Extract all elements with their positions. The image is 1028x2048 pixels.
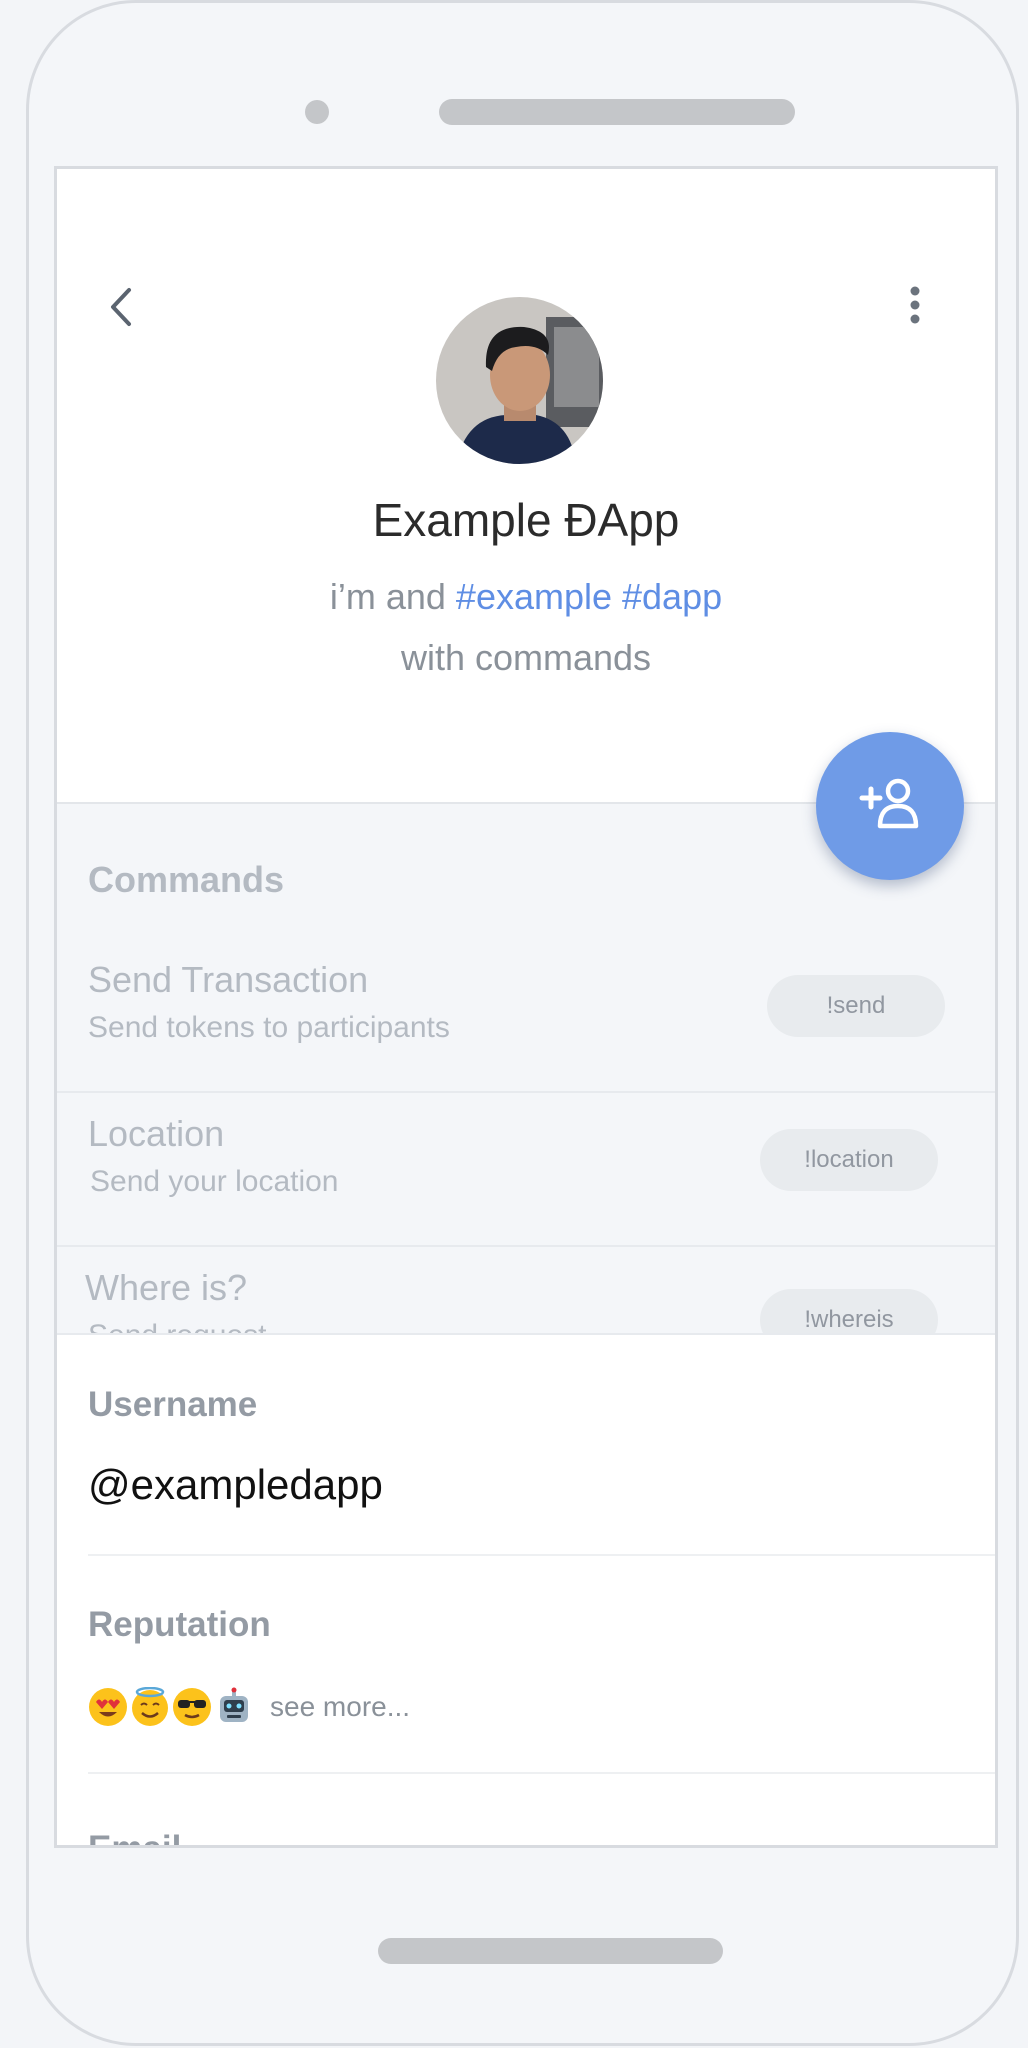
command-title: Send Transaction [88, 959, 369, 1000]
profile-bio-line2: with commands [400, 637, 652, 678]
bio-text: i’m and [329, 576, 456, 617]
divider [88, 1772, 995, 1774]
command-description: Send your location [90, 1165, 339, 1198]
command-row-location[interactable]: Location Send your location !location [57, 1093, 995, 1247]
profile-bio: i’m and #example #dapp [57, 576, 995, 618]
earpiece-speaker [439, 99, 795, 125]
more-vertical-icon[interactable] [897, 281, 933, 329]
reputation-label: Reputation [88, 1605, 271, 1644]
username-value: @exampledapp [88, 1461, 383, 1508]
location-command-button[interactable]: !location [760, 1129, 938, 1191]
robot-emoji-icon [214, 1687, 254, 1727]
add-contact-icon [858, 776, 922, 837]
command-title: Location [88, 1113, 225, 1154]
profile-name: Example ĐApp [372, 494, 680, 546]
add-contact-button[interactable] [816, 732, 964, 880]
app-screen: Example ĐApp i’m and #example #dapp with… [54, 166, 998, 1848]
bio-hashtags[interactable]: #example #dapp [456, 576, 722, 617]
email-label: Email [88, 1829, 181, 1845]
profile-header: Example ĐApp i’m and #example #dapp with… [57, 169, 995, 804]
sunglasses-emoji-icon [172, 1687, 212, 1727]
chevron-left-icon[interactable] [101, 282, 141, 332]
front-camera [305, 100, 329, 124]
commands-section-title: Commands [88, 859, 285, 900]
command-row-send[interactable]: Send Transaction Send tokens to particip… [57, 939, 995, 1093]
command-title: Where is? [85, 1267, 248, 1308]
see-more-link[interactable]: see more... [270, 1691, 410, 1723]
send-command-button[interactable]: !send [767, 975, 945, 1037]
reputation-emojis[interactable]: see more... [88, 1686, 410, 1727]
heart-eyes-emoji-icon [88, 1687, 128, 1727]
home-indicator[interactable] [378, 1938, 723, 1964]
avatar [436, 297, 603, 464]
command-description: Send tokens to participants [88, 1011, 450, 1044]
divider [88, 1554, 995, 1556]
username-label: Username [88, 1385, 258, 1424]
halo-smile-emoji-icon [130, 1686, 170, 1727]
